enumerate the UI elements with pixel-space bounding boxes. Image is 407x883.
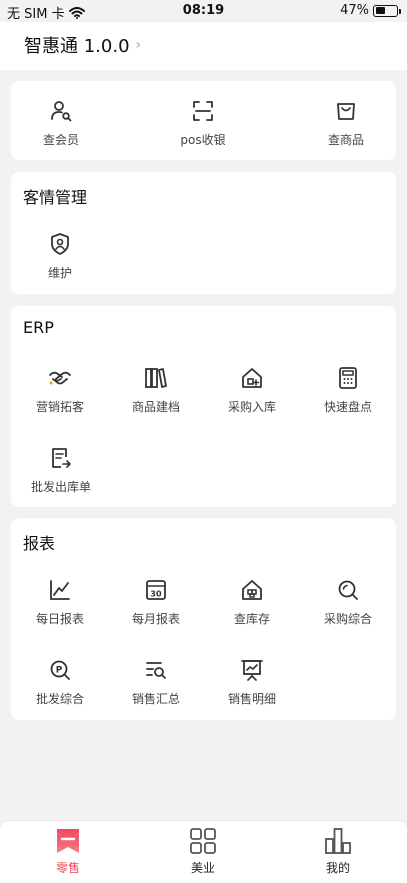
crm-item-maintain[interactable]: 维护 [12,232,108,281]
app-title: 智惠通 1.0.0 [24,36,130,57]
bar-chart-icon [325,828,351,854]
report-item-daily[interactable]: 每日报表 [12,578,108,627]
warehouse-in-icon [242,368,262,388]
app-version-selector[interactable]: 智惠通 1.0.0 › [24,32,141,58]
quick-item-label: 查会员 [42,133,79,147]
quick-item-member[interactable]: 查会员 [13,99,109,148]
scan-icon [193,101,213,121]
erp-item-label: 采购入库 [227,400,276,414]
tab-label: 我的 [325,861,350,875]
reports-section-title: 报表 [23,534,56,553]
erp-item-marketing[interactable]: 营销拓客 [12,366,108,415]
battery-percent: 47% [340,3,369,18]
report-item-label: 每月报表 [131,612,180,626]
tab-label: 零售 [55,861,80,875]
app-header: 智惠通 1.0.0 › [0,22,407,70]
erp-item-quick-count[interactable]: 快速盘点 [300,366,396,415]
shield-user-icon [51,233,69,255]
erp-item-wholesale-out[interactable]: 批发出库单 [13,446,109,495]
erp-item-label: 批发出库单 [30,480,91,494]
erp-card: ERP 营销拓客 商品建档 采购入库 快速盘点 批发出库单 [11,306,396,507]
crm-section-title: 客情管理 [23,188,88,207]
reports-card: 报表 每日报表 30 每月报表 查库存 采购综合 P 批发综合 销售汇总 销售明… [11,518,396,720]
list-search-icon [146,662,166,679]
bag-icon [337,103,355,120]
chevron-right-icon: › [135,37,142,53]
crm-card: 客情管理 维护 [11,172,396,294]
battery-group: 47% [340,3,401,18]
calendar-icon: 30 [146,580,166,600]
inventory-icon [242,580,262,600]
bottom-tab-bar: 零售 美业 我的 [0,820,407,883]
svg-text:P: P [56,666,63,676]
document-out-icon [52,448,71,468]
report-item-wholesale-summary[interactable]: P 批发综合 [12,658,108,707]
erp-item-label: 快速盘点 [323,400,372,414]
handshake-icon [49,371,71,385]
p-search-icon: P [50,660,70,680]
report-item-label: 销售明细 [227,692,276,706]
report-item-label: 销售汇总 [131,692,180,706]
quick-item-product[interactable]: 查商品 [298,99,394,148]
quick-item-pos[interactable]: pos收银 [155,99,251,148]
crm-item-label: 维护 [47,266,72,280]
presentation-icon [241,660,263,681]
bookmark-icon [57,829,79,853]
grid-icon [190,828,216,854]
erp-section-title: ERP [23,318,54,337]
report-item-monthly[interactable]: 30 每月报表 [108,578,204,627]
quick-actions-card: 查会员 pos收银 查商品 [11,81,396,160]
report-item-sales-detail[interactable]: 销售明细 [204,658,300,707]
erp-item-label: 营销拓客 [35,400,84,414]
svg-text:30: 30 [150,590,162,599]
erp-item-product-archive[interactable]: 商品建档 [108,366,204,415]
search-icon [338,580,358,600]
erp-item-purchase-in[interactable]: 采购入库 [204,366,300,415]
report-item-label: 查库存 [233,612,270,626]
books-icon [145,368,167,388]
tab-mine[interactable]: 我的 [298,827,378,876]
tab-beauty[interactable]: 美业 [163,827,243,876]
report-item-label: 采购综合 [323,612,372,626]
calculator-icon [339,367,357,389]
report-item-sales-summary[interactable]: 销售汇总 [108,658,204,707]
tab-retail[interactable]: 零售 [28,827,108,876]
report-item-label: 每日报表 [35,612,84,626]
member-search-icon [51,101,72,122]
erp-item-label: 商品建档 [131,400,180,414]
battery-fill [375,7,385,14]
battery-icon [373,4,401,17]
report-item-label: 批发综合 [35,692,84,706]
quick-item-label: 查商品 [327,133,364,147]
status-bar: 无 SIM 卡 08:19 47% [0,0,407,22]
tab-label: 美业 [190,861,215,875]
report-item-purchase-summary[interactable]: 采购综合 [300,578,396,627]
quick-item-label: pos收银 [180,133,226,147]
line-chart-icon [50,580,70,600]
report-item-inventory[interactable]: 查库存 [204,578,300,627]
